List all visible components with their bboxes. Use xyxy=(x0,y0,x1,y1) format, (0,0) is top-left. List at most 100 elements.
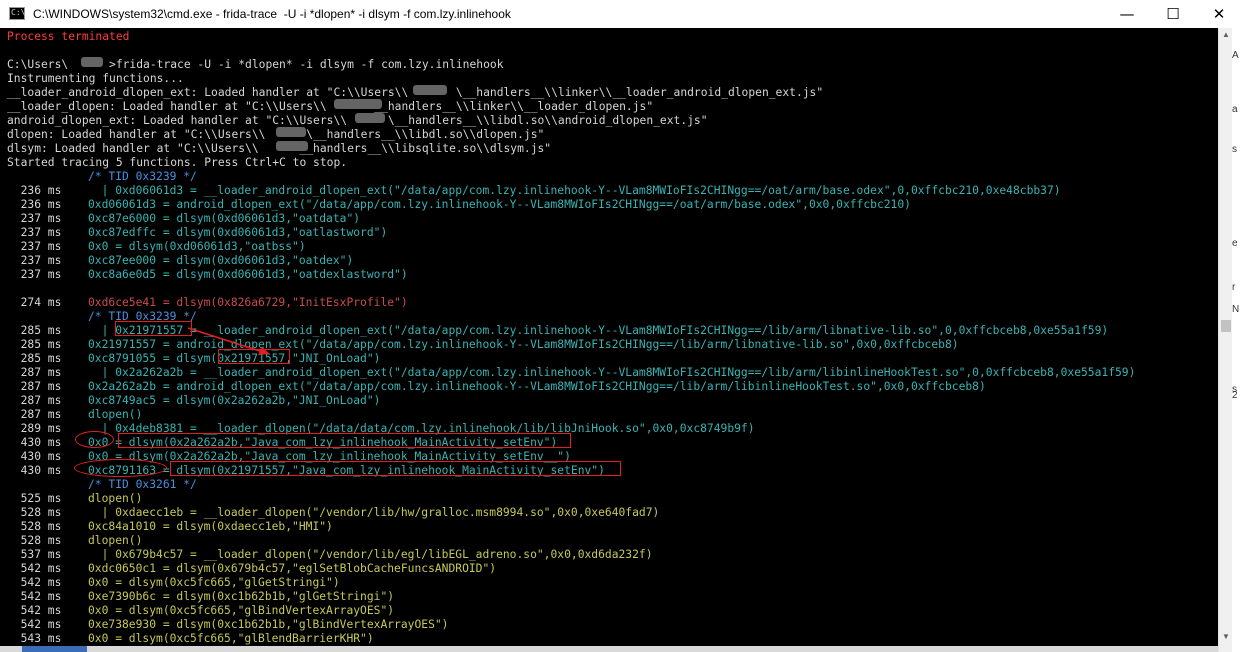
background-window-edge: AaserNs2 xyxy=(1232,28,1240,652)
console-line: 287 ms dlopen() xyxy=(7,408,143,422)
console-line: 236 ms 0xd06061d3 = android_dlopen_ext("/… xyxy=(7,198,911,212)
timestamp: 528 ms xyxy=(7,520,62,533)
timestamp: 542 ms xyxy=(7,562,62,575)
console-line: 237 ms 0xc8a6e0d5 = dlsym(0xd06061d3,"oat… xyxy=(7,268,408,282)
timestamp: 285 ms xyxy=(7,338,62,351)
console-text: Process terminated xyxy=(7,30,130,43)
redaction-mask xyxy=(334,99,382,109)
console-line: 528 ms dlopen() xyxy=(7,534,143,548)
console-line: 274 ms 0xd6ce5e41 = dlsym(0x826a6729,"Ini… xyxy=(7,296,408,310)
timestamp: 287 ms xyxy=(7,380,62,393)
console-text: Instrumenting functions... xyxy=(7,72,184,85)
timestamp: 542 ms xyxy=(7,590,62,603)
console-line: 542 ms 0x0 = dlsym(0xc5fc665,"glGetString… xyxy=(7,576,340,590)
highlight-box xyxy=(118,433,571,448)
console-line: 287 ms 0x2a262a2b = android_dlopen_ext("/… xyxy=(7,380,986,394)
timestamp: 287 ms xyxy=(7,408,62,421)
console-line: 528 ms | 0xdaecc1eb = __loader_dlopen("/… xyxy=(7,506,660,520)
console-text: 0xc8a6e0d5 = dlsym(0xd06061d3,"oatdexlas… xyxy=(88,268,408,281)
minimize-button[interactable]: — xyxy=(1104,0,1150,28)
console-line: 542 ms 0xe738e930 = dlsym(0xc1b62b1b,"glB… xyxy=(7,618,449,632)
timestamp: 543 ms xyxy=(7,632,62,645)
console-line: /* TID 0x3261 */ xyxy=(7,478,197,492)
console-text: | 0x2a262a2b = __loader_android_dlopen_e… xyxy=(88,366,1136,379)
timestamp: 542 ms xyxy=(7,576,62,589)
title-bar[interactable]: C:\ C:\WINDOWS\system32\cmd.exe - frida-… xyxy=(0,0,1240,28)
timestamp: 237 ms xyxy=(7,254,62,267)
timestamp: 285 ms xyxy=(7,324,62,337)
console-text: Started tracing 5 functions. Press Ctrl+… xyxy=(7,156,348,169)
console-line: 542 ms 0xe7390b6c = dlsym(0xc1b62b1b,"glG… xyxy=(7,590,394,604)
highlight-box xyxy=(115,321,192,336)
redaction-mask xyxy=(413,85,447,95)
console-line: 237 ms 0xc87edffc = dlsym(0xd06061d3,"oat… xyxy=(7,226,388,240)
console-line: 537 ms | 0x679b4c57 = __loader_dlopen("/… xyxy=(7,548,653,562)
close-button[interactable]: ✕ xyxy=(1196,0,1240,28)
console-line: 285 ms 0xc8791055 = dlsym(0x21971557,"JNI… xyxy=(7,352,381,366)
side-glyph: A xyxy=(1232,50,1239,61)
console-text: dlopen() xyxy=(88,534,143,547)
timestamp: 237 ms xyxy=(7,212,62,225)
console-text: 0x0 = dlsym(0xc5fc665,"glBindVertexArray… xyxy=(88,604,395,617)
timestamp: 237 ms xyxy=(7,226,62,239)
maximize-button[interactable]: ☐ xyxy=(1150,0,1196,28)
timestamp: 430 ms xyxy=(7,450,62,463)
console-line: 285 ms 0x21971557 = android_dlopen_ext("/… xyxy=(7,338,959,352)
console-line: /* TID 0x3239 */ xyxy=(7,170,197,184)
console-line: 237 ms 0xc87ee000 = dlsym(0xd06061d3,"oat… xyxy=(7,254,354,268)
console-text: 0xdc0650c1 = dlsym(0x679b4c57,"eglSetBlo… xyxy=(88,562,497,575)
redaction-mask xyxy=(81,57,103,67)
timestamp: 528 ms xyxy=(7,534,62,547)
side-glyph: r xyxy=(1232,282,1236,293)
console-line: 236 ms | 0xd06061d3 = __loader_android_d… xyxy=(7,184,1061,198)
side-glyph: s xyxy=(1232,144,1237,155)
console-text: dlopen() xyxy=(88,408,143,421)
console-line: Instrumenting functions... xyxy=(7,72,184,86)
vertical-scrollbar[interactable]: ▲ ▼ xyxy=(1218,28,1232,652)
console-text: | 0xd06061d3 = __loader_android_dlopen_e… xyxy=(88,184,1061,197)
timestamp: 528 ms xyxy=(7,506,62,519)
scroll-up-icon[interactable]: ▲ xyxy=(1219,28,1233,42)
highlight-oval xyxy=(75,431,114,448)
console-text: 0xd6ce5e41 = dlsym(0x826a6729,"InitEsxPr… xyxy=(88,296,408,309)
console-text: 0xc84a1010 = dlsym(0xdaecc1eb,"HMI") xyxy=(88,520,333,533)
timestamp: 236 ms xyxy=(7,184,62,197)
console-line: 528 ms 0xc84a1010 = dlsym(0xdaecc1eb,"HMI… xyxy=(7,520,333,534)
timestamp: 285 ms xyxy=(7,352,62,365)
timestamp: 237 ms xyxy=(7,268,62,281)
timestamp: 287 ms xyxy=(7,366,62,379)
console-line: 542 ms 0xdc0650c1 = dlsym(0x679b4c57,"egl… xyxy=(7,562,496,576)
console-text: | 0x21971557 = __loader_android_dlopen_e… xyxy=(88,324,1109,337)
console-output[interactable]: Process terminated C:\Users\ >frida-trace… xyxy=(0,28,1218,652)
side-glyph: 2 xyxy=(1232,390,1238,401)
timestamp: 537 ms xyxy=(7,548,62,561)
timestamp: 274 ms xyxy=(7,296,62,309)
timestamp: 542 ms xyxy=(7,604,62,617)
redaction-mask xyxy=(355,113,385,123)
console-text: 0x2a262a2b = android_dlopen_ext("/data/a… xyxy=(88,380,986,393)
side-glyph: a xyxy=(1232,104,1238,115)
scrollbar-thumb[interactable] xyxy=(1221,320,1231,332)
console-text: 0xc8749ac5 = dlsym(0x2a262a2b,"JNI_OnLoa… xyxy=(88,394,381,407)
console-text: 0xe738e930 = dlsym(0xc1b62b1b,"glBindVer… xyxy=(88,618,449,631)
console-text: 0xc87edffc = dlsym(0xd06061d3,"oatlastwo… xyxy=(88,226,388,239)
console-line: 525 ms dlopen() xyxy=(7,492,143,506)
console-line: 543 ms 0x0 = dlsym(0xc5fc665,"glBlendBarr… xyxy=(7,632,374,646)
taskbar-edge xyxy=(0,646,1218,652)
timestamp: 236 ms xyxy=(7,198,62,211)
scroll-down-icon[interactable]: ▼ xyxy=(1219,630,1233,644)
taskbar-item[interactable] xyxy=(22,646,87,652)
highlight-box xyxy=(218,349,290,364)
console-text: 0xc87e6000 = dlsym(0xd06061d3,"oatdata") xyxy=(88,212,361,225)
timestamp: 525 ms xyxy=(7,492,62,505)
console-line: 287 ms | 0x2a262a2b = __loader_android_d… xyxy=(7,366,1136,380)
side-glyph: N xyxy=(1232,304,1240,315)
console-line: __loader_dlopen: Loaded handler at "C:\\… xyxy=(7,100,653,114)
redaction-mask xyxy=(276,127,306,137)
window-title: C:\WINDOWS\system32\cmd.exe - frida-trac… xyxy=(33,7,511,21)
console-line: 237 ms 0x0 = dlsym(0xd06061d3,"oatbss") xyxy=(7,240,306,254)
console-text: | 0xdaecc1eb = __loader_dlopen("/vendor/… xyxy=(88,506,660,519)
timestamp: 287 ms xyxy=(7,394,62,407)
timestamp: 289 ms xyxy=(7,422,62,435)
